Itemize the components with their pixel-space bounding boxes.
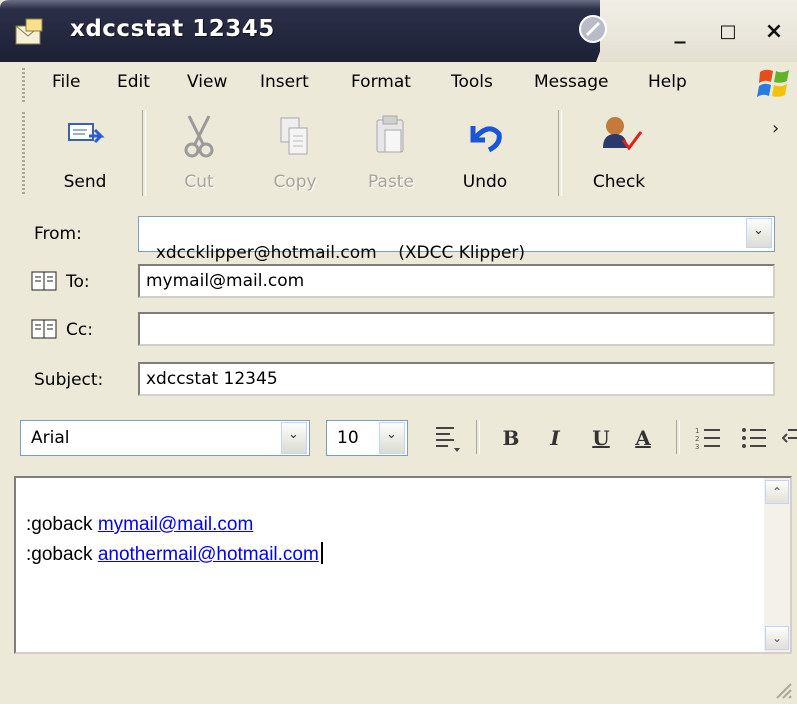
svg-text:2: 2 bbox=[695, 435, 699, 443]
send-icon bbox=[68, 123, 105, 144]
toolbar-separator-2 bbox=[558, 110, 562, 196]
cc-label[interactable]: Cc: bbox=[66, 320, 93, 340]
subject-field[interactable]: xdccstat 12345 bbox=[138, 362, 775, 396]
svg-text:1: 1 bbox=[695, 427, 699, 435]
check-label: Check bbox=[592, 172, 646, 192]
body-link[interactable]: anothermail@hotmail.com bbox=[98, 544, 319, 565]
scroll-down-arrow[interactable]: ⌄ bbox=[765, 626, 789, 650]
from-value: xdccklipper@hotmail.com (XDCC Klipper) bbox=[155, 243, 526, 263]
body-link[interactable]: mymail@mail.com bbox=[98, 514, 253, 535]
body-line: :goback anothermail@hotmail.com bbox=[26, 542, 323, 566]
format-separator-2 bbox=[676, 420, 680, 454]
toolbar-separator bbox=[142, 110, 146, 196]
title-bar[interactable]: xdccstat 12345 _ □ × bbox=[0, 0, 797, 62]
undo-icon bbox=[470, 126, 502, 153]
window-orb-icon bbox=[579, 15, 607, 43]
menu-format[interactable]: Format bbox=[351, 72, 411, 92]
font-name-select[interactable]: Arial ⌄ bbox=[20, 420, 310, 456]
address-book-icon[interactable] bbox=[30, 316, 60, 342]
svg-text:3: 3 bbox=[695, 443, 699, 451]
underline-button[interactable]: U bbox=[584, 420, 618, 456]
text-caret bbox=[320, 542, 323, 564]
close-button[interactable]: × bbox=[758, 18, 790, 46]
from-dropdown-button[interactable]: ⌄ bbox=[746, 218, 772, 248]
copy-icon bbox=[280, 117, 308, 155]
bullet-list-icon[interactable] bbox=[740, 424, 770, 454]
resize-grip-icon[interactable] bbox=[773, 680, 793, 700]
numbered-list-icon[interactable]: 123 bbox=[694, 424, 724, 454]
minimize-button[interactable]: _ bbox=[664, 18, 696, 46]
scissors-icon bbox=[184, 115, 214, 158]
bold-button[interactable]: B bbox=[494, 420, 528, 456]
copy-button[interactable]: Copy bbox=[256, 110, 334, 200]
decrease-indent-icon[interactable] bbox=[782, 424, 797, 454]
status-bar bbox=[0, 660, 797, 704]
toolbar-grip[interactable] bbox=[22, 112, 25, 196]
to-label[interactable]: To: bbox=[66, 272, 90, 292]
windows-logo-icon bbox=[757, 69, 789, 97]
font-size-value: 10 bbox=[337, 428, 359, 448]
cc-field[interactable] bbox=[138, 312, 775, 346]
subject-label: Subject: bbox=[34, 370, 104, 390]
font-color-button[interactable]: A bbox=[626, 420, 660, 456]
chevron-down-icon: ⌄ bbox=[386, 427, 397, 442]
window-title: xdccstat 12345 bbox=[70, 16, 275, 42]
menu-tools[interactable]: Tools bbox=[451, 72, 493, 92]
toolbar-overflow-chevron[interactable]: › bbox=[772, 118, 779, 139]
format-separator bbox=[476, 420, 480, 454]
paste-button[interactable]: Paste bbox=[352, 110, 430, 200]
font-dropdown-button[interactable]: ⌄ bbox=[281, 422, 307, 454]
paste-label: Paste bbox=[368, 172, 414, 192]
menu-grip[interactable] bbox=[22, 68, 25, 102]
menu-file[interactable]: File bbox=[52, 72, 80, 92]
mail-envelope-icon bbox=[15, 18, 43, 45]
to-field[interactable]: mymail@mail.com bbox=[138, 264, 775, 298]
menu-help[interactable]: Help bbox=[648, 72, 687, 92]
font-size-select[interactable]: 10 ⌄ bbox=[326, 420, 408, 456]
menu-view[interactable]: View bbox=[187, 72, 227, 92]
menu-message[interactable]: Message bbox=[534, 72, 609, 92]
font-name-value: Arial bbox=[31, 428, 70, 448]
copy-label: Copy bbox=[273, 172, 317, 192]
send-label: Send bbox=[63, 172, 107, 192]
paste-icon bbox=[376, 115, 404, 153]
maximize-button[interactable]: □ bbox=[712, 18, 744, 46]
paragraph-style-icon[interactable] bbox=[430, 422, 464, 456]
cut-button[interactable]: Cut bbox=[160, 110, 238, 200]
message-body-editor[interactable]: :goback mymail@mail.com :goback anotherm… bbox=[14, 476, 792, 654]
chevron-down-icon: ⌄ bbox=[753, 223, 764, 238]
undo-label: Undo bbox=[462, 172, 508, 192]
chevron-down-icon: ⌄ bbox=[288, 427, 299, 442]
from-select[interactable]: xdccklipper@hotmail.com (XDCC Klipper) ⌄ bbox=[138, 216, 775, 263]
from-label: From: bbox=[34, 224, 82, 244]
check-button[interactable]: Check bbox=[580, 110, 658, 200]
menu-edit[interactable]: Edit bbox=[117, 72, 150, 92]
send-button[interactable]: Send bbox=[46, 110, 124, 200]
body-line: :goback mymail@mail.com bbox=[26, 514, 254, 535]
font-size-dropdown-button[interactable]: ⌄ bbox=[379, 422, 405, 454]
undo-button[interactable]: Undo bbox=[446, 110, 524, 200]
scroll-up-arrow[interactable]: ⌃ bbox=[765, 480, 789, 504]
address-book-icon[interactable] bbox=[30, 268, 60, 294]
menu-insert[interactable]: Insert bbox=[260, 72, 309, 92]
italic-button[interactable]: I bbox=[538, 420, 572, 456]
check-names-icon bbox=[603, 117, 643, 151]
vertical-scrollbar[interactable]: ⌃ ⌄ bbox=[764, 478, 790, 652]
cut-label: Cut bbox=[184, 172, 214, 192]
